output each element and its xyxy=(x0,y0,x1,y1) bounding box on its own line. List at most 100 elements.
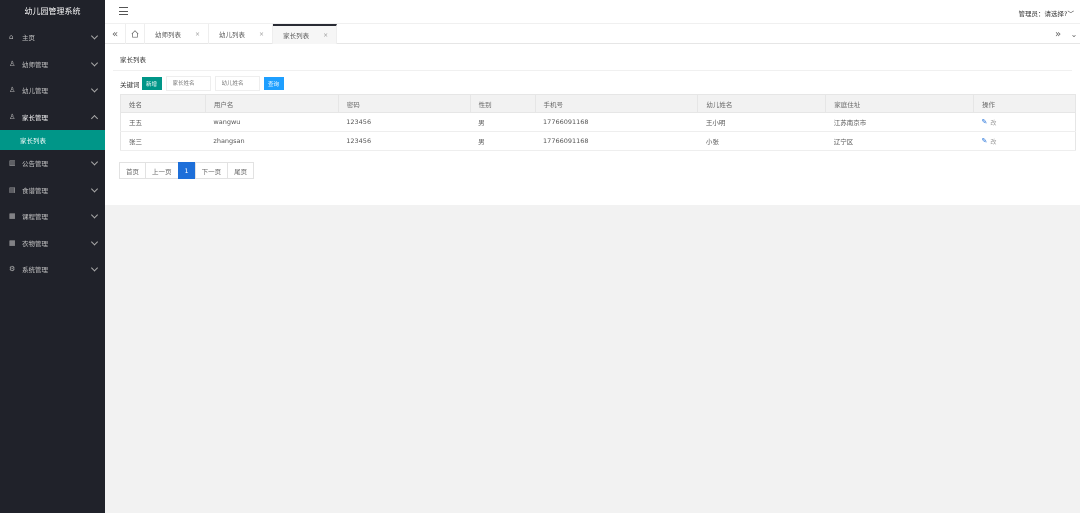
chevron-down-icon xyxy=(90,264,99,272)
tab-parent-list[interactable]: 家长列表 × xyxy=(273,24,338,44)
page-number-current[interactable]: 1 xyxy=(177,162,196,179)
sidebar-item-label: 食谱管理 xyxy=(22,186,48,195)
tabs-scroll-left-icon[interactable]: « xyxy=(105,24,125,44)
column-header: 姓名 xyxy=(120,94,206,113)
first-page-button[interactable]: 首页 xyxy=(119,162,146,179)
cell-phone: 17766091168 xyxy=(535,131,698,151)
sidebar-item-notices[interactable]: ▥ 公告管理 xyxy=(0,150,105,177)
calendar-icon: ▤ xyxy=(9,185,16,194)
admin-dropdown[interactable]: 管理员：请选择?﹀ xyxy=(1019,8,1074,18)
chevron-down-icon xyxy=(90,211,99,219)
close-icon[interactable]: × xyxy=(259,31,264,38)
table-header-row: 姓名 用户名 密码 性别 手机号 幼儿姓名 家庭住址 操作 xyxy=(120,94,1076,113)
sidebar: 幼儿园管理系统 ⌂ 主页 ♙ 幼师管理 ♙ 幼儿管理 ♙ 家长管理 家长列表 ▥… xyxy=(0,0,105,513)
row-actions: ✎ 改 xyxy=(982,137,1075,146)
close-icon[interactable]: × xyxy=(323,32,328,39)
tab-list: 幼师列表 × 幼儿列表 × 家长列表 × xyxy=(145,24,338,44)
sidebar-subitem-parent-list[interactable]: 家长列表 xyxy=(0,130,105,150)
tab-bar: « 幼师列表 × 幼儿列表 × 家长列表 × » ⌄ xyxy=(105,24,1080,44)
admin-label: 管理员：请选择? xyxy=(1018,10,1068,18)
divider xyxy=(113,70,1072,71)
next-page-button[interactable]: 下一页 xyxy=(194,162,229,179)
cell-name: 王五 xyxy=(120,112,206,132)
sidebar-item-label: 课程管理 xyxy=(22,213,48,222)
search-button[interactable]: 查询 xyxy=(263,77,284,90)
column-header: 家庭住址 xyxy=(825,94,975,113)
sidebar-item-label: 主页 xyxy=(22,34,35,43)
sidebar-item-recipes[interactable]: ▤ 食谱管理 xyxy=(0,177,105,204)
user-icon: ♙ xyxy=(9,59,16,68)
chevron-down-icon xyxy=(90,32,99,40)
column-header: 密码 xyxy=(337,94,471,113)
sidebar-item-label: 幼师管理 xyxy=(22,60,48,69)
parent-table: 姓名 用户名 密码 性别 手机号 幼儿姓名 家庭住址 操作 王五 wangwu … xyxy=(120,94,1076,151)
column-header: 性别 xyxy=(469,94,536,113)
chevron-down-icon xyxy=(90,85,99,93)
users-icon: ♙ xyxy=(9,112,16,121)
chart-icon: ▥ xyxy=(9,159,16,168)
sidebar-item-label: 衣物管理 xyxy=(22,239,48,248)
chevron-down-icon: ﹀ xyxy=(1067,10,1075,18)
chevron-down-icon xyxy=(90,59,99,67)
sidebar-item-parents[interactable]: ♙ 家长管理 xyxy=(0,104,105,131)
cell-password: 123456 xyxy=(338,131,471,151)
chevron-down-icon xyxy=(90,185,99,193)
cell-phone: 17766091168 xyxy=(535,112,698,132)
gear-icon: ⚙ xyxy=(9,265,16,274)
cell-name: 张三 xyxy=(120,131,206,151)
app-title: 幼儿园管理系统 xyxy=(0,0,105,24)
sidebar-subnav: 家长列表 xyxy=(0,130,105,150)
sidebar-item-label: 系统管理 xyxy=(22,266,48,275)
cell-actions: ✎ 改 xyxy=(973,131,1076,151)
cell-child-name: 王小明 xyxy=(697,112,826,132)
page-title: 家长列表 xyxy=(120,56,146,64)
edit-button[interactable]: 改 xyxy=(990,118,996,127)
menu-toggle-icon[interactable] xyxy=(119,7,128,16)
home-icon xyxy=(131,30,139,38)
home-tab[interactable] xyxy=(125,24,145,44)
cell-address: 江苏南京市 xyxy=(825,112,974,132)
sidebar-item-clothes[interactable]: ▦ 衣物管理 xyxy=(0,230,105,257)
column-header: 手机号 xyxy=(534,94,699,113)
table-row: 张三 zhangsan 123456 男 17766091168 小张 辽宁区 … xyxy=(120,131,1076,151)
prev-page-button[interactable]: 上一页 xyxy=(145,162,179,179)
sidebar-item-system[interactable]: ⚙ 系统管理 xyxy=(0,256,105,283)
chevron-down-icon xyxy=(90,238,99,246)
last-page-button[interactable]: 尾页 xyxy=(227,162,255,179)
tab-child-list[interactable]: 幼儿列表 × xyxy=(209,24,274,44)
grid-icon: ▦ xyxy=(9,238,16,247)
tab-teacher-list[interactable]: 幼师列表 × xyxy=(145,24,210,44)
tab-label: 幼儿列表 xyxy=(219,31,246,39)
cell-password: 123456 xyxy=(338,112,471,132)
sidebar-item-label: 幼儿管理 xyxy=(22,87,48,96)
edit-icon[interactable]: ✎ xyxy=(982,118,988,126)
tab-label: 家长列表 xyxy=(283,32,310,40)
sidebar-item-teachers[interactable]: ♙ 幼师管理 xyxy=(0,51,105,78)
close-icon[interactable]: × xyxy=(195,31,200,38)
cell-gender: 男 xyxy=(470,112,536,132)
cell-gender: 男 xyxy=(470,131,536,151)
table-row: 王五 wangwu 123456 男 17766091168 王小明 江苏南京市… xyxy=(120,112,1076,132)
sidebar-item-children[interactable]: ♙ 幼儿管理 xyxy=(0,77,105,104)
sidebar-item-courses[interactable]: ▦ 课程管理 xyxy=(0,203,105,230)
chevron-down-icon[interactable]: ⌄ xyxy=(1064,24,1080,44)
chevron-down-icon xyxy=(90,158,99,166)
main-card: 家长列表 关键词 新增 查询 姓名 用户名 密码 性别 手机号 幼儿姓名 家庭住… xyxy=(105,44,1080,205)
edit-button[interactable]: 改 xyxy=(990,137,996,146)
sidebar-item-label: 家长管理 xyxy=(22,113,48,122)
sidebar-item-home[interactable]: ⌂ 主页 xyxy=(0,24,105,51)
add-button[interactable]: 新增 xyxy=(141,77,162,90)
column-header: 用户名 xyxy=(204,94,339,113)
user-icon: ♙ xyxy=(9,86,16,95)
column-header: 幼儿姓名 xyxy=(697,94,827,113)
edit-icon[interactable]: ✎ xyxy=(982,137,988,145)
tab-label: 幼师列表 xyxy=(155,31,181,39)
parent-name-input[interactable] xyxy=(165,76,211,91)
column-header: 操作 xyxy=(973,94,1076,113)
sidebar-item-label: 公告管理 xyxy=(22,160,48,169)
cell-username: wangwu xyxy=(205,112,339,132)
child-name-input[interactable] xyxy=(214,76,260,91)
search-bar: 关键词 新增 查询 xyxy=(120,76,284,91)
pagination: 首页 上一页 1 下一页 尾页 xyxy=(119,162,255,179)
row-actions: ✎ 改 xyxy=(982,118,1075,127)
